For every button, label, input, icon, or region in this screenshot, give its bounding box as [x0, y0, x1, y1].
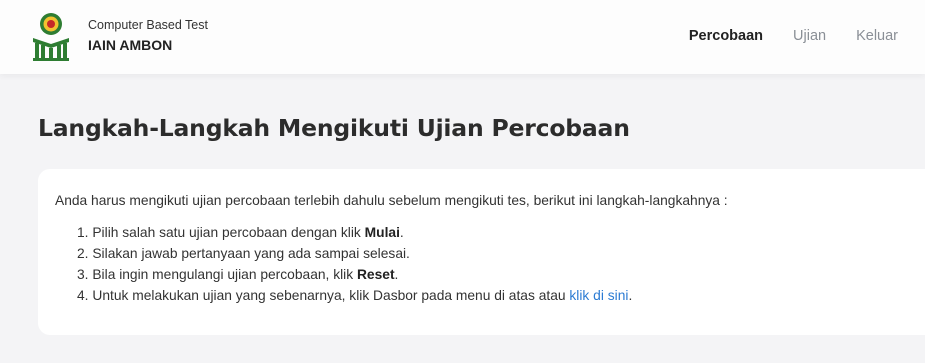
step-text: Bila ingin mengulangi ujian percobaan, k…	[92, 267, 357, 282]
step-number: 3.	[77, 267, 89, 282]
nav-keluar[interactable]: Keluar	[856, 28, 898, 44]
main-nav: Percobaan Ujian Keluar	[689, 28, 898, 44]
nav-percobaan[interactable]: Percobaan	[689, 28, 763, 44]
step-text-end: .	[399, 225, 404, 240]
instructions-card: Anda harus mengikuti ujian percobaan ter…	[38, 169, 925, 335]
top-navbar: Computer Based Test IAIN AMBON Percobaan…	[0, 0, 925, 74]
step-text-end: .	[394, 267, 399, 282]
step-item: 3. Bila ingin mengulangi ujian percobaan…	[77, 264, 632, 285]
step-keyword-mulai: Mulai	[364, 225, 400, 240]
step-text: Untuk melakukan ujian yang sebenarnya, k…	[92, 288, 570, 303]
step-number: 2.	[77, 246, 89, 261]
step-item: 4. Untuk melakukan ujian yang sebenarnya…	[77, 285, 632, 306]
step-item: 2. Silakan jawab pertanyaan yang ada sam…	[77, 243, 632, 264]
brand-title: IAIN AMBON	[88, 37, 173, 53]
click-here-link[interactable]: klik di sini	[569, 288, 628, 303]
step-number: 4.	[77, 288, 89, 303]
page-title: Langkah-Langkah Mengikuti Ujian Percobaa…	[38, 114, 630, 142]
step-text-end: .	[628, 288, 633, 303]
step-text: Pilih salah satu ujian percobaan dengan …	[92, 225, 365, 240]
step-text: Silakan jawab pertanyaan yang ada sampai…	[92, 246, 410, 261]
iain-ambon-logo-icon[interactable]	[30, 11, 72, 61]
brand-subtitle: Computer Based Test	[88, 18, 208, 32]
step-number: 1.	[77, 225, 89, 240]
nav-ujian[interactable]: Ujian	[793, 28, 826, 44]
step-keyword-reset: Reset	[356, 267, 395, 282]
step-item: 1. Pilih salah satu ujian percobaan deng…	[77, 222, 632, 243]
steps-list: 1. Pilih salah satu ujian percobaan deng…	[77, 222, 632, 306]
instructions-intro: Anda harus mengikuti ujian percobaan ter…	[55, 193, 728, 208]
